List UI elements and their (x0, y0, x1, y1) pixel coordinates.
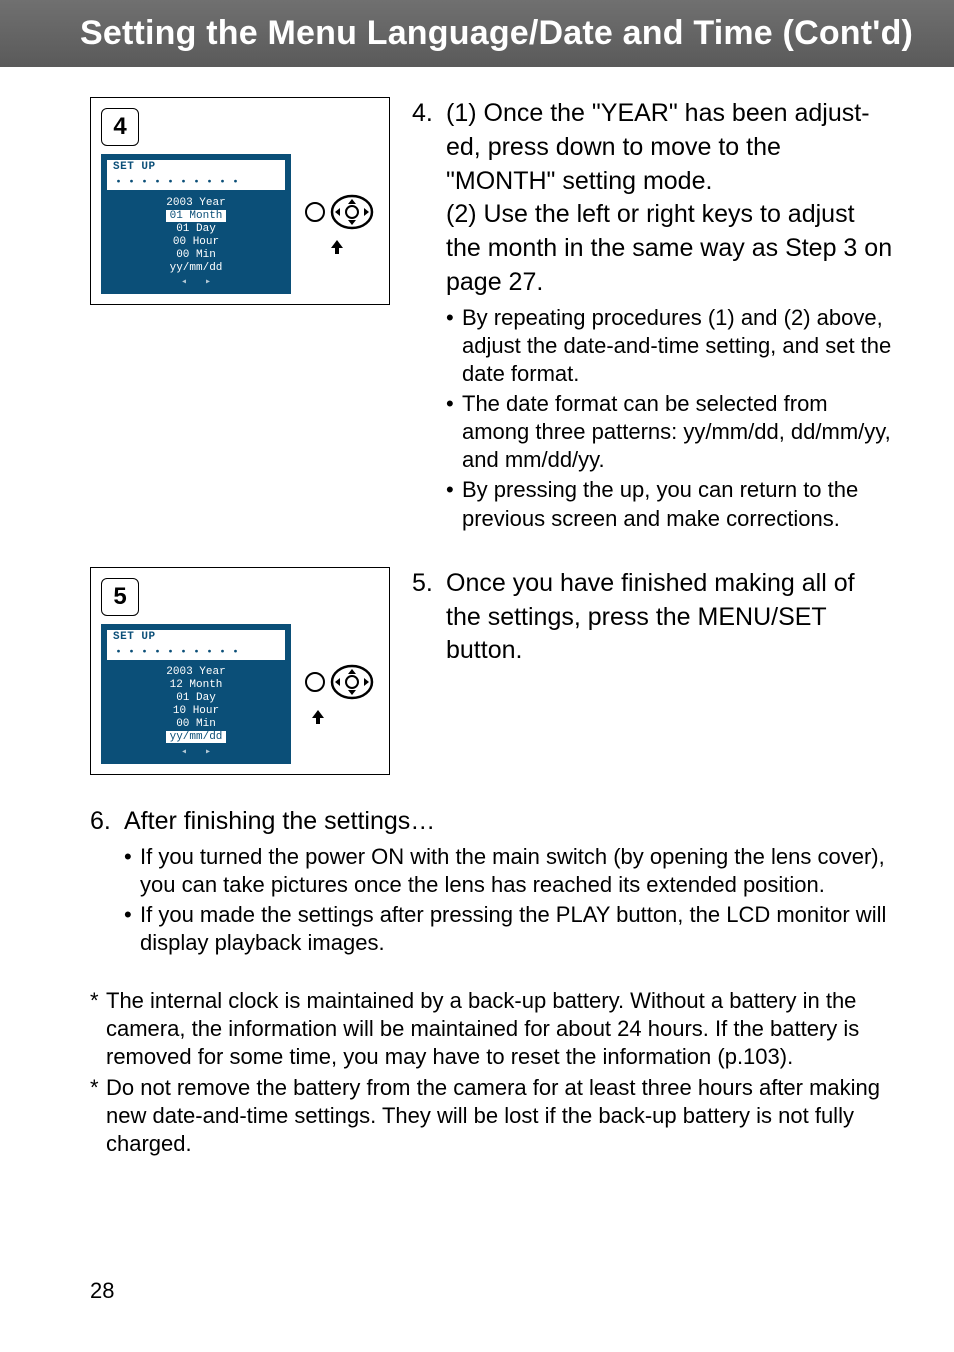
step-4-p2: (2) Use the left or right keys to adjust… (446, 200, 892, 296)
lcd-arrows: ◂ ▸ (101, 276, 291, 288)
lcd-hour: 00 Hour (101, 235, 291, 248)
step-4-b1: By repeating procedures (1) and (2) abov… (462, 304, 894, 388)
lcd-min: 00 Min (101, 248, 291, 261)
step-6-b2: If you made the settings after pressing … (140, 901, 894, 957)
setup-tab: SET UP ・・・・・・・・・・ (107, 160, 285, 190)
dpad-icon (297, 657, 377, 707)
figure-4-box: 4 SET UP ・・・・・・・・・・ 2003 Year 01 Month 0… (90, 97, 390, 305)
step-4-b2: The date format can be selected from amo… (462, 390, 894, 474)
step-6-block: 6. After finishing the settings… •If you… (0, 805, 954, 1158)
step-6-title: After finishing the settings… (124, 807, 435, 835)
footnotes: *The internal clock is maintained by a b… (90, 987, 894, 1158)
lcd-screen-5: SET UP ・・・・・・・・・・ 2003 Year 12 Month 01 … (101, 624, 291, 764)
lcd-arrows: ◂ ▸ (101, 746, 291, 758)
step-6-number: 6. (90, 805, 124, 959)
step-4-b3: By pressing the up, you can return to th… (462, 476, 894, 532)
content-area: 4 SET UP ・・・・・・・・・・ 2003 Year 01 Month 0… (0, 67, 954, 775)
figure-4-column: 4 SET UP ・・・・・・・・・・ 2003 Year 01 Month 0… (90, 97, 400, 537)
lcd-day: 01 Day (101, 692, 291, 705)
lcd-month: 12 Month (101, 679, 291, 692)
step-5-p1: Once you have finished making all of the… (446, 567, 894, 668)
step-number-badge: 4 (101, 108, 139, 146)
note-2: Do not remove the battery from the camer… (106, 1074, 894, 1158)
page-header: Setting the Menu Language/Date and Time … (0, 0, 954, 67)
lcd-fmt: yy/mm/dd (101, 731, 291, 744)
setup-tab: SET UP ・・・・・・・・・・ (107, 630, 285, 660)
lcd-hour: 10 Hour (101, 705, 291, 718)
step-5-number: 5. (412, 567, 446, 668)
page-title: Setting the Menu Language/Date and Time … (80, 14, 913, 52)
step-4-row: 4 SET UP ・・・・・・・・・・ 2003 Year 01 Month 0… (90, 97, 894, 537)
step-4-p1: (1) Once the "YEAR" has been adjust­ed, … (446, 99, 870, 195)
note-1: The internal clock is maintained by a ba… (106, 987, 894, 1071)
up-arrow-indicator (297, 238, 377, 261)
step-6-bullets: •If you turned the power ON with the mai… (124, 843, 894, 958)
page-number: 28 (90, 1278, 114, 1304)
lcd-year: 2003 Year (101, 196, 291, 209)
figure-5-column: 5 SET UP ・・・・・・・・・・ 2003 Year 12 Month 0… (90, 567, 400, 775)
dpad-icon (297, 187, 377, 237)
step-5-row: 5 SET UP ・・・・・・・・・・ 2003 Year 12 Month 0… (90, 567, 894, 775)
lcd-screen-4: SET UP ・・・・・・・・・・ 2003 Year 01 Month 01 … (101, 154, 291, 294)
step-number-badge: 5 (101, 578, 139, 616)
lcd-day: 01 Day (101, 222, 291, 235)
lcd-fmt: yy/mm/dd (101, 261, 291, 274)
step-4-text: 4. (1) Once the "YEAR" has been adjust­e… (400, 97, 894, 537)
up-arrow-indicator (309, 708, 377, 731)
lcd-month: 01 Month (101, 209, 291, 222)
step-6-b1: If you turned the power ON with the main… (140, 843, 894, 899)
lcd-min: 00 Min (101, 718, 291, 731)
step-4-number: 4. (412, 97, 446, 535)
lcd-year: 2003 Year (101, 666, 291, 679)
step-4-bullets: •By repeating procedures (1) and (2) abo… (446, 304, 894, 533)
figure-5-box: 5 SET UP ・・・・・・・・・・ 2003 Year 12 Month 0… (90, 567, 390, 775)
controls-5 (297, 657, 377, 731)
controls-4 (297, 187, 377, 261)
step-5-text: 5. Once you have finished making all of … (400, 567, 894, 775)
